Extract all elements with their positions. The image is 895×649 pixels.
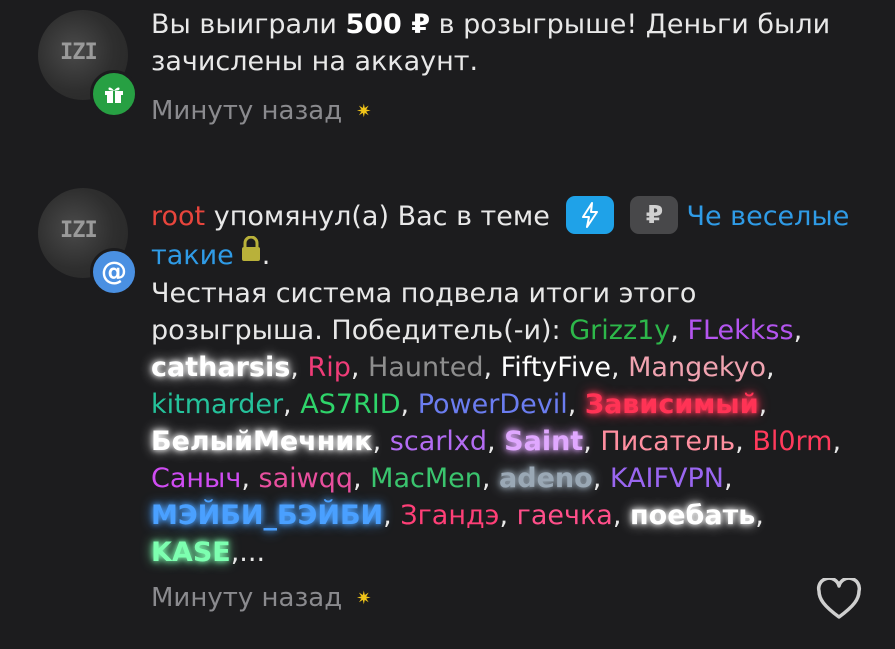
separator: , (592, 462, 610, 494)
winner-link[interactable]: Mangekyo (628, 352, 766, 383)
winner-link[interactable]: adeno (499, 463, 593, 494)
notification-text: Вы выиграли 500 ₽ в розыгрыше! Деньги бы… (151, 6, 855, 80)
separator: , (481, 462, 500, 494)
action-text: упомянул(а) Вас в теме (205, 201, 559, 232)
timestamp: Минуту назад ✷ (151, 96, 371, 126)
separator: , (724, 462, 733, 494)
ruble-symbol: ₽ (645, 200, 664, 229)
separator: , (372, 425, 390, 457)
avatar-logo: IZI (60, 40, 98, 65)
author-link[interactable]: root (151, 201, 205, 232)
avatar[interactable]: IZI (38, 10, 138, 118)
winner-link[interactable]: KAIFVPN (610, 463, 724, 494)
winner-link[interactable]: kitmarder (151, 389, 283, 420)
at-icon: @ (90, 248, 138, 296)
separator: , (283, 388, 301, 420)
separator: , (499, 499, 517, 531)
separator: , (383, 499, 401, 531)
separator: , (350, 351, 369, 383)
winner-link[interactable]: Saint (504, 426, 583, 457)
separator: , (735, 425, 753, 457)
at-symbol: @ (101, 257, 127, 287)
separator: , (290, 351, 308, 383)
separator: , (241, 462, 259, 494)
winner-link[interactable]: Rip (307, 352, 350, 383)
timestamp-text: Минуту назад (151, 96, 343, 126)
separator: , (486, 425, 505, 457)
separator: , (567, 388, 585, 420)
separator: , (766, 351, 775, 383)
prize-amount: 500 ₽ (345, 9, 431, 40)
sparkle-icon: ✷ (356, 587, 372, 609)
winner-link[interactable]: МЭЙБИ_БЭЙБИ (151, 500, 383, 531)
gift-icon (90, 70, 138, 118)
separator: , (670, 314, 688, 346)
separator: , (483, 351, 501, 383)
winners-list: Grizz1y, FLekkss, catharsis, Rip, Haunte… (151, 315, 841, 568)
winner-link[interactable]: Згандэ (400, 500, 499, 531)
bolt-icon (566, 195, 615, 234)
winner-link[interactable]: Писатель (600, 426, 735, 457)
winner-link[interactable]: KASE (151, 537, 231, 568)
separator: , (832, 425, 842, 457)
winner-link[interactable]: Haunted (368, 352, 483, 383)
winner-link[interactable]: saiwqq (259, 463, 353, 494)
separator: , (352, 462, 371, 494)
winner-link[interactable]: БелыйМечник (151, 426, 373, 457)
avatar-logo: IZI (60, 218, 98, 243)
text-pre: Вы выиграли (151, 9, 346, 40)
heart-icon[interactable] (816, 576, 862, 624)
winner-link[interactable]: PowerDevil (418, 389, 568, 420)
separator: , (583, 425, 601, 457)
winner-link[interactable]: поебать (630, 500, 755, 531)
winner-link[interactable]: AS7RID (300, 389, 400, 420)
separator: , (610, 351, 629, 383)
winner-link[interactable]: Саныч (151, 463, 241, 494)
winner-link[interactable]: FLekkss (687, 315, 793, 346)
winner-link[interactable]: Зависимый (585, 389, 759, 420)
winner-link[interactable]: catharsis (151, 352, 290, 383)
winner-link[interactable]: Bl0rm (752, 426, 832, 457)
timestamp: Минуту назад ✷ (151, 583, 371, 613)
notification-text: root упомянул(а) Вас в теме ₽ Че веселые … (151, 195, 855, 571)
separator: , (758, 388, 768, 420)
winner-link[interactable]: FiftyFive (501, 352, 611, 383)
winner-link[interactable]: гаечка (517, 500, 613, 531)
period: . (261, 239, 271, 271)
ruble-icon: ₽ (630, 195, 679, 234)
separator: , (400, 388, 418, 420)
winner-link[interactable]: MacMen (370, 463, 482, 494)
lock-icon (240, 235, 262, 272)
avatar[interactable]: IZI @ (38, 188, 138, 296)
timestamp-text: Минуту назад (151, 583, 343, 613)
winner-link[interactable]: Grizz1y (569, 315, 670, 346)
separator: , (755, 499, 764, 531)
separator: , (612, 499, 630, 531)
sparkle-icon: ✷ (356, 100, 372, 122)
ellipsis: ,... (230, 536, 266, 568)
separator: , (793, 314, 803, 346)
winner-link[interactable]: scarlxd (390, 426, 487, 457)
